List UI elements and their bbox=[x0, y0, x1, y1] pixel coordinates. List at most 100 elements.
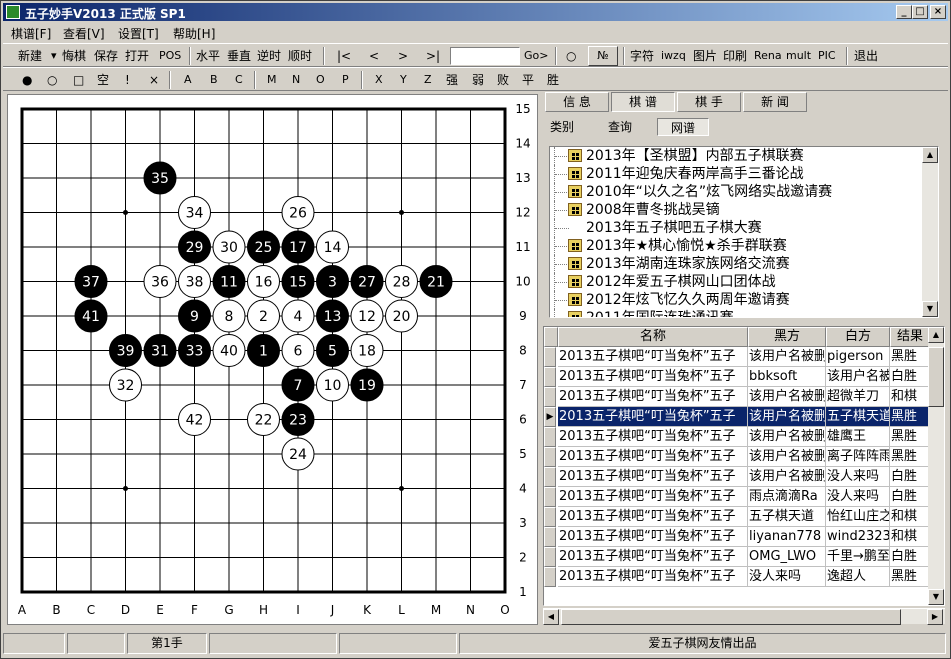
letter-b-button[interactable]: B bbox=[210, 72, 218, 88]
scroll-left-icon[interactable]: ◀ bbox=[543, 609, 559, 625]
letter-m-button[interactable]: M bbox=[267, 72, 277, 88]
image-button[interactable]: 图片 bbox=[693, 48, 717, 64]
menu-settings[interactable]: 设置[T] bbox=[118, 25, 159, 42]
x-mark-icon[interactable]: × bbox=[149, 72, 159, 88]
tab-info[interactable]: 信 息 bbox=[545, 92, 609, 112]
tree-scrollbar[interactable]: ▲ ▼ bbox=[922, 147, 938, 317]
win-button[interactable]: 胜 bbox=[547, 72, 559, 88]
scroll-up-icon[interactable]: ▲ bbox=[928, 327, 944, 343]
numbering-button[interactable]: № bbox=[588, 46, 618, 66]
table-row[interactable]: 2013五子棋吧“叮当兔杯”五子 该用户名被删 离子阵阵雨 黑胜 bbox=[544, 447, 930, 467]
table-row[interactable]: 2013五子棋吧“叮当兔杯”五子 没人来吗 逸超人 黑胜 bbox=[544, 567, 930, 587]
table-scrollbar[interactable]: ▲ ▼ bbox=[928, 327, 944, 605]
subtab-category[interactable]: 类别 bbox=[547, 118, 577, 136]
subtab-search[interactable]: 查询 bbox=[605, 118, 635, 136]
column-header-result[interactable]: 结果 bbox=[890, 327, 930, 347]
weak-button[interactable]: 弱 bbox=[472, 72, 484, 88]
letter-x-button[interactable]: X bbox=[375, 72, 383, 88]
new-button[interactable]: 新建 bbox=[18, 48, 42, 64]
first-move-button[interactable]: |< bbox=[337, 48, 351, 64]
star-point bbox=[123, 210, 128, 215]
menu-file[interactable]: 棋谱[F] bbox=[11, 25, 51, 42]
table-row[interactable]: 2013五子棋吧“叮当兔杯”五子 该用户名被删 雄鹰王 黑胜 bbox=[544, 427, 930, 447]
column-header-white[interactable]: 白方 bbox=[826, 327, 890, 347]
undo-button[interactable]: 悔棋 bbox=[62, 48, 86, 64]
rotate-ccw-button[interactable]: 逆时 bbox=[257, 48, 281, 64]
go-button[interactable]: Go> bbox=[524, 48, 548, 64]
iwzq-button[interactable]: iwzq bbox=[661, 48, 686, 64]
subtab-web-records[interactable]: 网谱 bbox=[657, 118, 709, 136]
close-button[interactable]: × bbox=[930, 5, 946, 19]
print-button[interactable]: 印刷 bbox=[723, 48, 747, 64]
menu-help[interactable]: 帮助[H] bbox=[173, 25, 215, 42]
table-row[interactable]: 2013五子棋吧“叮当兔杯”五子 该用户名被删 超微羊刀 和棋 bbox=[544, 387, 930, 407]
rotate-cw-button[interactable]: 顺时 bbox=[288, 48, 312, 64]
table-row[interactable]: 2013五子棋吧“叮当兔杯”五子 五子棋天道 怡红山庄之 和棋 bbox=[544, 507, 930, 527]
save-button[interactable]: 保存 bbox=[94, 48, 118, 64]
maximize-button[interactable]: □ bbox=[912, 5, 928, 19]
board-canvas[interactable]: A B C D E F G H I J K L M N O1514131211109876543211234… bbox=[8, 95, 537, 624]
strong-button[interactable]: 强 bbox=[446, 72, 458, 88]
pos-button[interactable]: POS bbox=[159, 48, 181, 64]
scroll-down-icon[interactable]: ▼ bbox=[922, 301, 938, 317]
game-board[interactable]: A B C D E F G H I J K L M N O 15 14 13 12 11 10 9 8 7 6 5 4 3 2 1 1 2 3 4… bbox=[7, 94, 538, 625]
table-row[interactable]: 2013五子棋吧“叮当兔杯”五子bbksoft该用户名被删白胜 bbox=[544, 367, 930, 387]
table-row[interactable]: 2013五子棋吧“叮当兔杯”五子 雨点滴滴Ra 没人来吗 白胜 bbox=[544, 487, 930, 507]
table-row[interactable]: 2013五子棋吧“叮当兔杯”五子 liyanan778 wind2323 和棋 bbox=[544, 527, 930, 547]
tab-news[interactable]: 新 闻 bbox=[743, 92, 807, 112]
tab-records[interactable]: 棋 谱 bbox=[611, 92, 675, 112]
menu-view[interactable]: 查看[V] bbox=[63, 25, 105, 42]
separator bbox=[189, 47, 191, 65]
letter-o-button[interactable]: O bbox=[316, 72, 325, 88]
flip-vertical-button[interactable]: 垂直 bbox=[227, 48, 251, 64]
table-cell: 2013五子棋吧“叮当兔杯”五子 bbox=[558, 547, 748, 567]
open-button[interactable]: 打开 bbox=[125, 48, 149, 64]
table-row[interactable]: 2013五子棋吧“叮当兔杯”五子 该用户名被删 pigerson 黑胜 bbox=[544, 347, 930, 367]
prev-move-button[interactable]: < bbox=[369, 48, 379, 64]
row-label: 15 bbox=[515, 102, 530, 116]
minimize-button[interactable]: _ bbox=[896, 5, 912, 19]
empty-button[interactable]: 空 bbox=[97, 72, 109, 88]
letter-n-button[interactable]: N bbox=[292, 72, 300, 88]
table-row[interactable]: ▶ 2013五子棋吧“叮当兔杯”五子 该用户名被删 五子棋天道 黑胜 bbox=[544, 407, 930, 427]
scroll-thumb[interactable] bbox=[928, 347, 944, 407]
move-number-label: 33 bbox=[186, 344, 204, 360]
letter-y-button[interactable]: Y bbox=[400, 72, 407, 88]
letter-a-button[interactable]: A bbox=[184, 72, 192, 88]
table-row[interactable]: 2013五子棋吧“叮当兔杯”五子 OMG_LWO 千里→鹏至 白胜 bbox=[544, 547, 930, 567]
letter-z-button[interactable]: Z bbox=[424, 72, 432, 88]
move-input[interactable] bbox=[450, 47, 520, 65]
circle-button[interactable]: ○ bbox=[566, 48, 576, 64]
letter-c-button[interactable]: C bbox=[235, 72, 243, 88]
column-header-black[interactable]: 黑方 bbox=[748, 327, 826, 347]
row-indicator bbox=[544, 387, 556, 407]
scroll-right-icon[interactable]: ▶ bbox=[927, 609, 943, 625]
tab-players[interactable]: 棋 手 bbox=[677, 92, 741, 112]
white-stone-icon[interactable]: ○ bbox=[47, 72, 57, 88]
text-button[interactable]: 字符 bbox=[630, 48, 654, 64]
event-tree[interactable]: 2013年【圣棋盟】内部五子棋联赛 2011年迎兔庆春两岸高手三番论战 2010年“… bbox=[549, 146, 939, 318]
scroll-thumb[interactable] bbox=[561, 609, 901, 625]
mult-button[interactable]: mult bbox=[786, 48, 811, 64]
scroll-up-icon[interactable]: ▲ bbox=[922, 147, 938, 163]
table-cell: 该用户名被删 bbox=[748, 427, 826, 447]
horizontal-scrollbar[interactable]: ◀ ▶ bbox=[543, 608, 945, 625]
table-row[interactable]: 2013五子棋吧“叮当兔杯”五子 该用户名被删 没人来吗 白胜 bbox=[544, 467, 930, 487]
last-move-button[interactable]: >| bbox=[426, 48, 440, 64]
game-list-table[interactable]: 名称 黑方 白方 结果 2013五子棋吧“叮当兔杯”五子 该用户名被删 pigers… bbox=[543, 326, 945, 606]
scroll-down-icon[interactable]: ▼ bbox=[928, 589, 944, 605]
next-move-button[interactable]: > bbox=[398, 48, 408, 64]
draw-button[interactable]: 平 bbox=[522, 72, 534, 88]
square-mark-icon[interactable]: □ bbox=[73, 72, 84, 88]
dropdown-arrow-icon[interactable]: ▾ bbox=[51, 48, 57, 64]
exclaim-mark-icon[interactable]: ! bbox=[125, 72, 130, 88]
flip-horizontal-button[interactable]: 水平 bbox=[196, 48, 220, 64]
column-header-name[interactable]: 名称 bbox=[558, 327, 748, 347]
black-stone-icon[interactable]: ● bbox=[22, 72, 32, 88]
pic-button[interactable]: PIC bbox=[818, 48, 836, 64]
rena-button[interactable]: Rena bbox=[754, 48, 782, 64]
lose-button[interactable]: 败 bbox=[497, 72, 509, 88]
exit-button[interactable]: 退出 bbox=[854, 48, 878, 64]
menu-bar: 棋谱[F] 查看[V] 设置[T] 帮助[H] bbox=[3, 22, 948, 42]
letter-p-button[interactable]: P bbox=[342, 72, 349, 88]
